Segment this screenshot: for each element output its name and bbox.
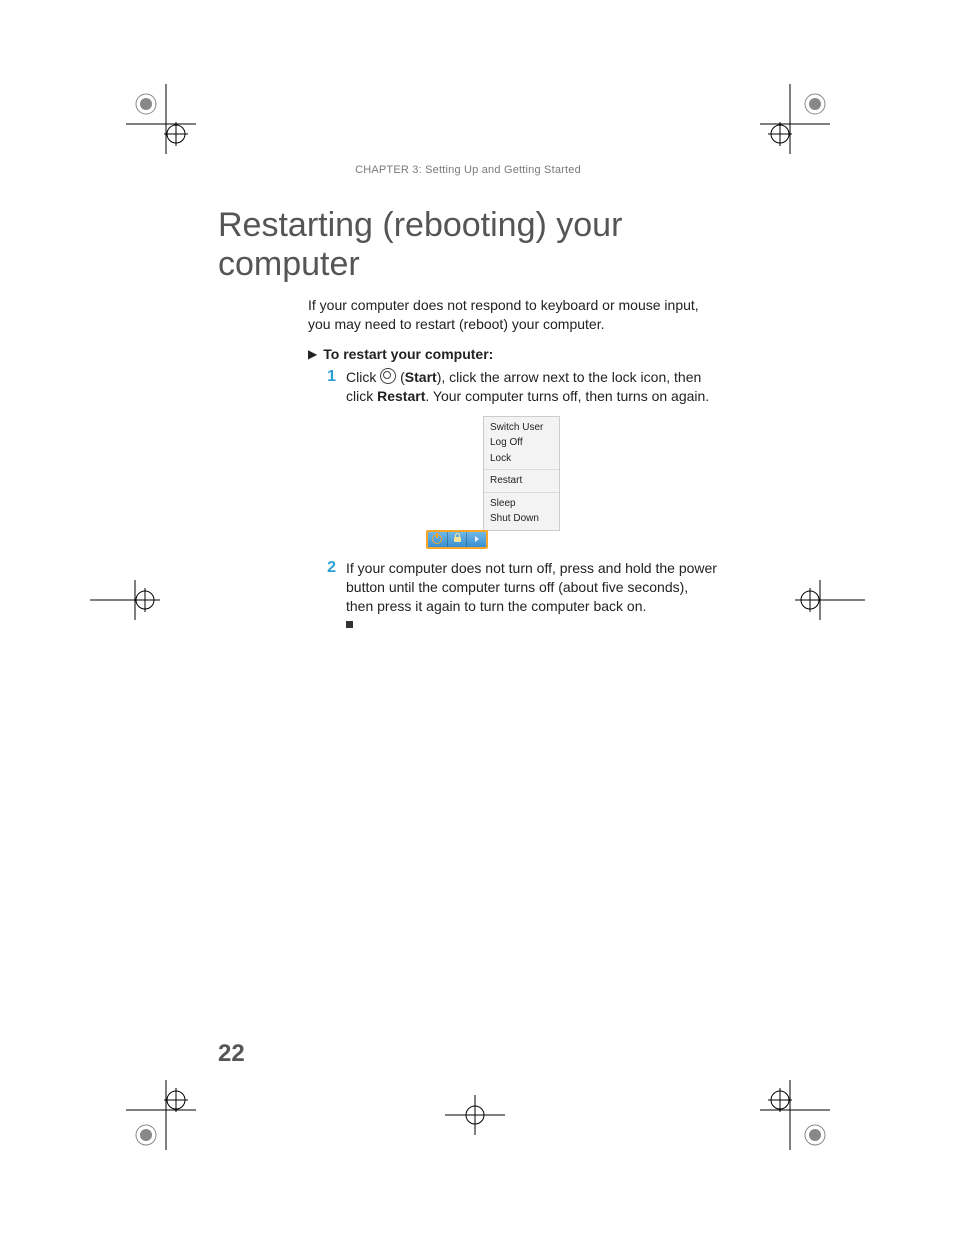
power-button-strip [426,530,488,549]
menu-item-log-off[interactable]: Log Off [490,435,553,451]
chevron-right-icon [475,536,479,542]
crop-mark-icon [126,84,196,154]
start-orb-icon [380,368,396,384]
crop-mark-icon [760,1080,830,1150]
menu-item-switch-user[interactable]: Switch User [490,420,553,436]
step-body: Click (Start), click the arrow next to t… [346,368,718,406]
procedure-heading-text: To restart your computer: [323,346,493,362]
text: . Your computer turns off, then turns on… [425,388,709,404]
shutdown-menu-figure: Switch User Log Off Lock Restart Sleep S… [398,416,558,549]
crop-mark-icon [90,580,160,620]
lock-button[interactable] [448,532,468,547]
procedure-heading: ▶ To restart your computer: [308,346,718,362]
triangle-right-icon: ▶ [308,347,317,361]
step-2: 2 If your computer does not turn off, pr… [308,559,718,616]
menu-arrow-button[interactable] [467,532,486,547]
page-content: CHAPTER 3: Setting Up and Getting Starte… [218,164,718,633]
crop-mark-icon [445,1095,505,1135]
crop-mark-icon [795,580,865,620]
shutdown-popup: Switch User Log Off Lock Restart Sleep S… [483,416,560,531]
step-number: 2 [308,559,346,616]
crop-mark-icon [760,84,830,154]
menu-item-restart[interactable]: Restart [490,473,553,489]
step-number: 1 [308,368,346,406]
lock-icon [454,537,461,542]
step-1: 1 Click (Start), click the arrow next to… [308,368,718,406]
power-icon [432,534,442,544]
intro-paragraph: If your computer does not respond to key… [308,296,718,334]
step-body: If your computer does not turn off, pres… [346,559,718,616]
menu-item-sleep[interactable]: Sleep [490,496,553,512]
power-button[interactable] [428,532,448,547]
page-number: 22 [218,1040,245,1068]
end-of-procedure-icon [346,621,353,628]
crop-mark-icon [126,1080,196,1150]
page-title: Restarting (rebooting) your computer [218,206,718,284]
menu-item-lock[interactable]: Lock [490,451,553,467]
menu-item-shut-down[interactable]: Shut Down [490,511,553,527]
start-label: Start [405,369,437,385]
chapter-header: CHAPTER 3: Setting Up and Getting Starte… [268,164,668,176]
text: Click [346,369,380,385]
restart-label: Restart [377,388,425,404]
